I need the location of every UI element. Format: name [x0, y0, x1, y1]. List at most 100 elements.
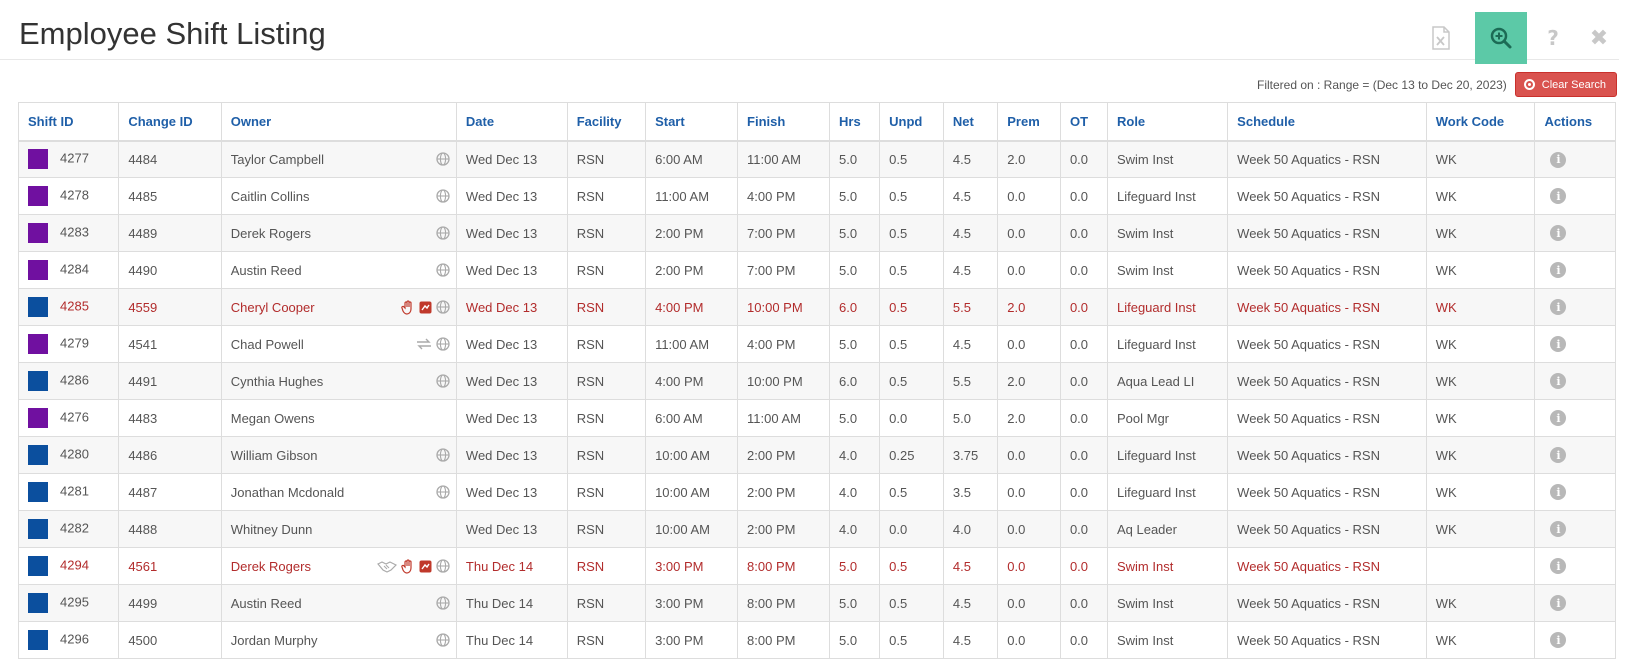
schedule-cell: Week 50 Aquatics - RSN: [1227, 584, 1427, 622]
facility-cell: RSN: [566, 362, 647, 400]
globe-icon[interactable]: [436, 485, 450, 499]
column-header-work-code[interactable]: Work Code: [1425, 102, 1536, 142]
clear-search-button[interactable]: Clear Search: [1514, 72, 1617, 97]
info-icon[interactable]: i: [1550, 225, 1567, 242]
column-header-ot[interactable]: OT: [1059, 102, 1108, 142]
table-row[interactable]: 4294 4561 Derek Rogers Thu Dec 14 RSN 3:00 PM…: [17, 547, 1616, 585]
chart-square-icon[interactable]: [419, 560, 432, 573]
info-icon[interactable]: i: [1550, 558, 1567, 575]
facility-cell: RSN: [566, 251, 647, 289]
change-id-cell: 4491: [118, 362, 222, 400]
globe-icon[interactable]: [436, 448, 450, 462]
info-icon[interactable]: i: [1550, 151, 1567, 168]
table-row[interactable]: 4280 4486 William Gibson Wed Dec 13 RSN 10:00…: [17, 436, 1616, 474]
start-cell: 4:00 PM: [645, 362, 739, 400]
ot-cell: 0.0: [1059, 436, 1108, 474]
change-id-cell: 4488: [118, 510, 222, 548]
globe-icon[interactable]: [436, 263, 450, 277]
info-icon[interactable]: i: [1550, 373, 1567, 390]
swap-arrows-icon[interactable]: [416, 338, 432, 350]
table-row[interactable]: 4295 4499 Austin Reed Thu Dec 14 RSN 3:00 PM 8…: [17, 584, 1616, 622]
info-icon[interactable]: i: [1550, 521, 1567, 538]
prem-cell: 0.0: [997, 473, 1061, 511]
hand-icon[interactable]: [401, 558, 415, 574]
column-header-hrs[interactable]: Hrs: [828, 102, 881, 142]
table-row[interactable]: 4281 4487 Jonathan Mcdonald Wed Dec 13 RSN 10…: [17, 473, 1616, 511]
column-header-facility[interactable]: Facility: [566, 102, 647, 142]
shift-id-cell: 4281: [17, 473, 120, 511]
search-button[interactable]: [1475, 12, 1527, 64]
globe-icon[interactable]: [436, 189, 450, 203]
info-icon[interactable]: i: [1550, 299, 1567, 316]
hrs-cell: 4.0: [828, 510, 881, 548]
column-header-owner[interactable]: Owner: [220, 102, 457, 142]
work-code-cell: [1425, 547, 1536, 585]
table-row[interactable]: 4278 4485 Caitlin Collins Wed Dec 13 RSN 11:0…: [17, 177, 1616, 215]
info-icon[interactable]: i: [1550, 336, 1567, 353]
globe-icon[interactable]: [436, 337, 450, 351]
owner-cell: Cheryl Cooper: [220, 288, 457, 326]
globe-icon[interactable]: [436, 300, 450, 314]
table-row[interactable]: 4283 4489 Derek Rogers Wed Dec 13 RSN 2:00 PM…: [17, 214, 1616, 252]
change-id-cell: 4484: [118, 140, 222, 178]
start-cell: 2:00 PM: [645, 251, 739, 289]
table-row[interactable]: 4296 4500 Jordan Murphy Thu Dec 14 RSN 3:00 P…: [17, 621, 1616, 659]
column-header-shift-id[interactable]: Shift ID: [17, 102, 120, 142]
table-row[interactable]: 4276 4483 Megan Owens Wed Dec 13 RSN 6:00 AM 1…: [17, 399, 1616, 437]
table-row[interactable]: 4286 4491 Cynthia Hughes Wed Dec 13 RSN 4:00 …: [17, 362, 1616, 400]
hrs-cell: 6.0: [828, 362, 881, 400]
info-icon[interactable]: i: [1550, 447, 1567, 464]
change-id-cell: 4490: [118, 251, 222, 289]
table-row[interactable]: 4284 4490 Austin Reed Wed Dec 13 RSN 2:00 PM 7…: [17, 251, 1616, 289]
prem-cell: 0.0: [997, 621, 1061, 659]
table-row[interactable]: 4285 4559 Cheryl Cooper Wed Dec 13 RSN 4:00 P…: [17, 288, 1616, 326]
unpd-cell: 0.5: [879, 584, 944, 622]
info-icon[interactable]: i: [1550, 484, 1567, 501]
globe-icon[interactable]: [436, 633, 450, 647]
owner-cell: Taylor Campbell: [220, 140, 457, 178]
owner-cell: Whitney Dunn: [220, 510, 457, 548]
globe-icon[interactable]: [436, 374, 450, 388]
globe-icon[interactable]: [436, 226, 450, 240]
close-button[interactable]: ✖: [1579, 12, 1619, 64]
table-row[interactable]: 4279 4541 Chad Powell Wed Dec 13 RSN 11:00 AM…: [17, 325, 1616, 363]
column-header-finish[interactable]: Finish: [737, 102, 830, 142]
role-cell: Swim Inst: [1106, 547, 1229, 585]
date-cell: Wed Dec 13: [455, 510, 568, 548]
net-cell: 4.5: [942, 584, 999, 622]
handshake-icon[interactable]: [376, 560, 397, 573]
chart-square-icon[interactable]: [419, 301, 432, 314]
info-icon[interactable]: i: [1550, 632, 1567, 649]
shift-color-swatch: [28, 371, 48, 391]
shift-color-swatch: [28, 630, 48, 650]
owner-name: Jordan Murphy: [230, 632, 318, 648]
table-row[interactable]: 4282 4488 Whitney Dunn Wed Dec 13 RSN 10:00 A…: [17, 510, 1616, 548]
column-header-schedule[interactable]: Schedule: [1227, 102, 1427, 142]
prem-cell: 0.0: [997, 584, 1061, 622]
table-header-row: Shift ID Change ID Owner Date Facility Start F…: [17, 102, 1616, 142]
column-header-start[interactable]: Start: [645, 102, 739, 142]
table-row[interactable]: 4277 4484 Taylor Campbell Wed Dec 13 RSN 6:00…: [17, 140, 1616, 178]
column-header-role[interactable]: Role: [1106, 102, 1229, 142]
globe-icon[interactable]: [436, 559, 450, 573]
hand-icon[interactable]: [401, 299, 415, 315]
info-icon[interactable]: i: [1550, 595, 1567, 612]
globe-icon[interactable]: [436, 152, 450, 166]
help-button[interactable]: ?: [1535, 12, 1571, 64]
excel-export-button[interactable]: [1415, 12, 1467, 64]
info-icon[interactable]: i: [1550, 262, 1567, 279]
shift-color-swatch: [28, 186, 48, 206]
search-zoom-icon: [1490, 27, 1512, 49]
column-header-date[interactable]: Date: [455, 102, 568, 142]
column-header-unpd[interactable]: Unpd: [879, 102, 944, 142]
info-icon[interactable]: i: [1550, 188, 1567, 205]
column-header-actions[interactable]: Actions: [1534, 102, 1616, 142]
change-id-cell: 4486: [118, 436, 222, 474]
shift-id-text: 4280: [60, 446, 89, 462]
role-cell: Swim Inst: [1106, 140, 1229, 178]
globe-icon[interactable]: [436, 596, 450, 610]
column-header-change-id[interactable]: Change ID: [118, 102, 222, 142]
column-header-net[interactable]: Net: [942, 102, 999, 142]
info-icon[interactable]: i: [1550, 410, 1567, 427]
column-header-prem[interactable]: Prem: [997, 102, 1061, 142]
